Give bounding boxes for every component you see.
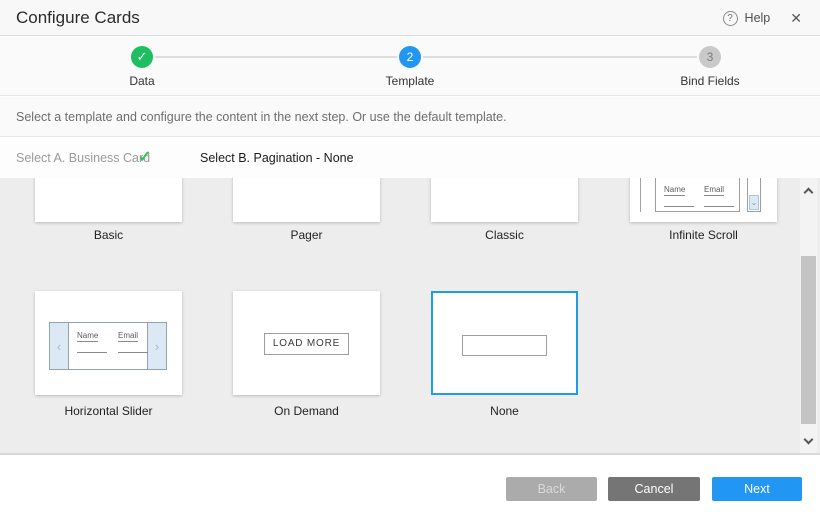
template-card-basic[interactable]: [35, 178, 182, 222]
configure-cards-dialog: Configure Cards ? Help ✕ ✓ 2 3 Data Temp…: [0, 0, 820, 516]
next-button[interactable]: Next: [712, 477, 802, 501]
step-bind-fields-circle: 3: [699, 46, 721, 68]
preview-field-email: Email: [704, 185, 724, 196]
preview-line: [664, 206, 694, 207]
instructions-row: Select a template and configure the cont…: [0, 97, 820, 137]
chevron-right-icon: ›: [147, 323, 166, 369]
cancel-button[interactable]: Cancel: [608, 477, 700, 501]
infinite-scroll-preview-scrollbar: ⌄: [747, 178, 761, 212]
template-label-horizontal-slider: Horizontal Slider: [35, 404, 182, 418]
help-link[interactable]: Help: [745, 11, 771, 25]
dialog-title: Configure Cards: [16, 0, 140, 36]
template-gallery: Name Email ⌄ Basic Pager Classic Infinit…: [0, 178, 820, 455]
stepper-connector-1: [155, 56, 397, 58]
preview-line: [77, 352, 107, 353]
template-card-on-demand[interactable]: LOAD MORE: [233, 291, 380, 395]
step-label-bind-fields: Bind Fields: [650, 74, 770, 88]
select-a-check-icon: ✓: [138, 138, 151, 178]
title-bar: Configure Cards ? Help ✕: [0, 0, 820, 36]
scrollbar-thumb[interactable]: [801, 256, 816, 424]
preview-field-name: Name: [664, 185, 685, 196]
template-card-infinite-scroll[interactable]: Name Email ⌄: [630, 178, 777, 222]
template-card-none[interactable]: [431, 291, 578, 395]
template-label-basic: Basic: [35, 228, 182, 242]
template-label-classic: Classic: [431, 228, 578, 242]
preview-field-email: Email: [118, 331, 138, 342]
template-label-pager: Pager: [233, 228, 380, 242]
none-preview-box: [462, 335, 547, 356]
preview-field-name: Name: [77, 331, 98, 342]
template-label-none: None: [431, 404, 578, 418]
step-template-circle[interactable]: 2: [399, 46, 421, 68]
template-label-on-demand: On Demand: [233, 404, 380, 418]
template-label-infinite-scroll: Infinite Scroll: [630, 228, 777, 242]
title-bar-actions: ? Help ✕: [723, 0, 808, 36]
instructions-text: Select a template and configure the cont…: [16, 97, 507, 137]
preview-line: [118, 352, 148, 353]
step-label-data: Data: [82, 74, 202, 88]
infinite-scroll-preview-card: Name Email: [655, 178, 740, 212]
horizontal-slider-preview: ‹ › Name Email: [49, 322, 167, 370]
stepper-connector-2: [423, 56, 697, 58]
template-card-horizontal-slider[interactable]: ‹ › Name Email: [35, 291, 182, 395]
back-button[interactable]: Back: [506, 477, 597, 501]
scroll-up-icon[interactable]: [804, 188, 814, 198]
scroll-down-icon[interactable]: [804, 435, 814, 445]
preview-line: [704, 206, 734, 207]
load-more-preview-button: LOAD MORE: [264, 333, 349, 355]
select-b-label: Select B. Pagination - None: [200, 138, 354, 178]
help-icon[interactable]: ?: [723, 11, 738, 26]
dialog-footer: Back Cancel Next: [0, 457, 820, 516]
template-card-pager[interactable]: [233, 178, 380, 222]
chevron-down-icon: ⌄: [749, 195, 759, 210]
select-a-label: Select A. Business Card: [16, 138, 150, 178]
chevron-left-icon: ‹: [50, 323, 69, 369]
step-data-check-icon[interactable]: ✓: [131, 46, 153, 68]
vertical-scrollbar[interactable]: [800, 178, 817, 455]
wizard-stepper: ✓ 2 3 Data Template Bind Fields: [0, 37, 820, 96]
close-icon[interactable]: ✕: [790, 10, 802, 27]
infinite-scroll-preview-edge: [640, 178, 641, 212]
step-label-template: Template: [350, 74, 470, 88]
selection-summary-row: Select A. Business Card ✓ Select B. Pagi…: [0, 138, 820, 178]
template-card-classic[interactable]: [431, 178, 578, 222]
